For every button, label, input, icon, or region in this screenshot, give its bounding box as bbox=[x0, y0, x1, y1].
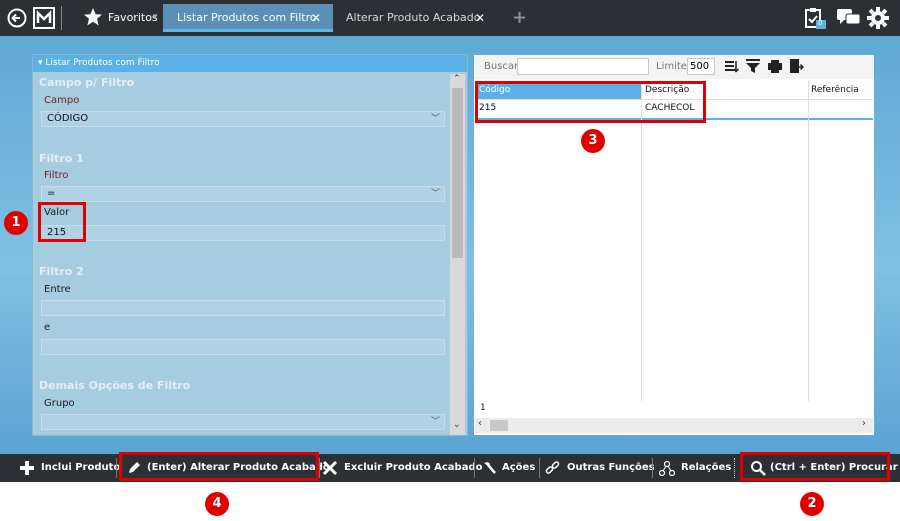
close-icon[interactable]: ✕ bbox=[475, 4, 485, 32]
column-divider bbox=[808, 81, 809, 401]
top-bar: Favoritos ▾ Listar Produtos com Filtro ✕… bbox=[0, 0, 900, 36]
horizontal-scrollbar[interactable] bbox=[475, 418, 873, 433]
export-icon[interactable] bbox=[788, 58, 804, 74]
hammer-icon[interactable] bbox=[481, 460, 497, 476]
entre-input[interactable] bbox=[41, 300, 445, 316]
grupo-label: Grupo bbox=[44, 398, 75, 409]
star-icon[interactable] bbox=[83, 7, 103, 27]
tab-alterar-produto[interactable]: Alterar Produto Acabado ✕ bbox=[340, 4, 496, 32]
back-circle-icon[interactable] bbox=[7, 8, 27, 28]
grupo-select[interactable]: ﹀ bbox=[41, 414, 445, 430]
tab-label: Alterar Produto Acabado bbox=[346, 11, 481, 24]
section-demais-opcoes: Demais Opções de Filtro bbox=[39, 379, 191, 392]
divider bbox=[116, 458, 117, 478]
divider bbox=[652, 458, 653, 478]
divider bbox=[474, 458, 475, 478]
scroll-down-icon[interactable]: ⌄ bbox=[453, 420, 461, 430]
filtro-value: = bbox=[47, 188, 56, 199]
grid-header-referencia[interactable]: Referência bbox=[811, 81, 859, 99]
record-count: 1 bbox=[480, 403, 486, 413]
sort-list-icon[interactable] bbox=[724, 58, 740, 74]
limite-value: 500 bbox=[690, 61, 710, 72]
highlight-valor bbox=[38, 202, 86, 242]
annotation-badge-1: 1 bbox=[4, 211, 28, 235]
close-x-icon[interactable] bbox=[322, 460, 338, 476]
highlight-result-row bbox=[475, 81, 706, 123]
scrollbar-thumb[interactable] bbox=[452, 88, 463, 258]
new-tab-icon[interactable]: + bbox=[512, 7, 527, 28]
tab-listar-produtos[interactable]: Listar Produtos com Filtro ✕ bbox=[163, 4, 333, 32]
gear-icon[interactable] bbox=[867, 7, 889, 29]
filtro-select[interactable]: = ﹀ bbox=[41, 186, 445, 202]
section-filtro-2: Filtro 2 bbox=[39, 265, 84, 278]
search-input[interactable] bbox=[517, 58, 649, 75]
divider bbox=[319, 458, 320, 478]
menu-m-icon[interactable] bbox=[33, 7, 55, 29]
entre-label: Entre bbox=[44, 284, 71, 295]
scroll-right-icon[interactable]: › bbox=[862, 418, 866, 429]
chevron-down-icon[interactable]: ﹀ bbox=[431, 415, 440, 429]
inclui-produto-button[interactable]: Inclui Produto bbox=[41, 457, 120, 479]
column-divider bbox=[641, 81, 642, 401]
outras-funcoes-button[interactable]: Outras Funções bbox=[567, 457, 655, 479]
divider bbox=[539, 458, 540, 478]
divider bbox=[734, 458, 736, 478]
highlight-procurar bbox=[740, 452, 890, 481]
tab-label: Listar Produtos com Filtro bbox=[177, 11, 317, 24]
chevron-down-icon[interactable]: ﹀ bbox=[431, 112, 440, 126]
e-label: e bbox=[44, 322, 51, 333]
tasks-count-badge: 0 bbox=[818, 19, 823, 27]
e-input[interactable] bbox=[41, 339, 445, 355]
relations-icon[interactable] bbox=[659, 460, 675, 476]
plus-icon[interactable] bbox=[19, 460, 35, 476]
excluir-produto-button[interactable]: Excluir Produto Acabado bbox=[344, 457, 483, 479]
section-campo-filtro: Campo p/ Filtro bbox=[39, 76, 135, 89]
filter-panel-header[interactable]: ▾ Listar Produtos com Filtro bbox=[33, 55, 467, 72]
valor-input[interactable]: 215 bbox=[41, 225, 445, 241]
divider bbox=[61, 6, 62, 30]
scroll-left-icon[interactable]: ‹ bbox=[478, 418, 482, 429]
clipboard-tasks-icon[interactable] bbox=[803, 6, 827, 30]
section-filtro-1: Filtro 1 bbox=[39, 152, 84, 165]
relacoes-button[interactable]: Relações bbox=[681, 457, 731, 479]
annotation-badge-2: 2 bbox=[800, 492, 824, 516]
highlight-alterar bbox=[119, 452, 319, 481]
campo-select[interactable]: CÓDIGO ﹀ bbox=[41, 111, 445, 127]
horizontal-scrollbar-thumb[interactable] bbox=[490, 420, 508, 431]
scroll-up-icon[interactable]: ⌃ bbox=[453, 74, 461, 84]
annotation-badge-4: 4 bbox=[205, 492, 229, 516]
campo-value: CÓDIGO bbox=[47, 113, 89, 124]
close-icon[interactable]: ✕ bbox=[311, 4, 321, 32]
acoes-button[interactable]: Ações bbox=[502, 457, 535, 479]
annotation-badge-3: 3 bbox=[581, 129, 605, 153]
print-icon[interactable] bbox=[767, 58, 783, 74]
link-icon[interactable] bbox=[545, 460, 561, 476]
favorites-label[interactable]: Favoritos bbox=[108, 11, 158, 24]
filtro-label: Filtro bbox=[44, 170, 69, 181]
chevron-down-icon[interactable]: ﹀ bbox=[431, 187, 440, 201]
panel-title: ▾ Listar Produtos com Filtro bbox=[38, 58, 160, 68]
favorites-caret-icon[interactable]: ▾ bbox=[153, 12, 158, 22]
limite-input[interactable]: 500 bbox=[687, 58, 715, 75]
chat-icon[interactable] bbox=[837, 9, 861, 27]
campo-label: Campo bbox=[44, 95, 80, 106]
buscar-label: Buscar bbox=[484, 61, 519, 72]
filter-icon[interactable] bbox=[745, 58, 761, 74]
limite-label: Limite bbox=[656, 61, 687, 72]
